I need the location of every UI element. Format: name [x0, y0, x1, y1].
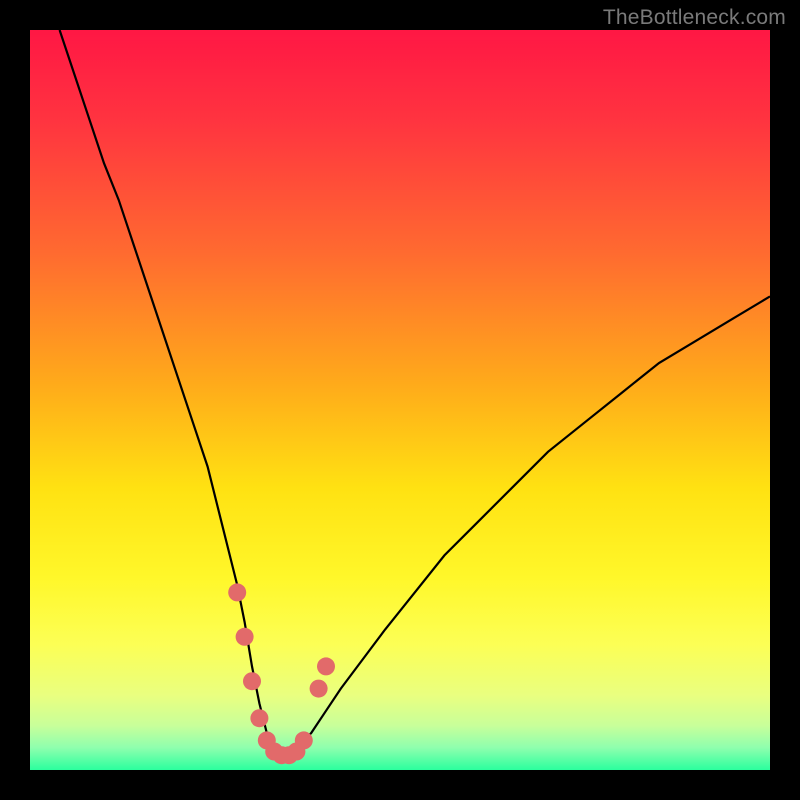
- bottleneck-marker: [243, 672, 261, 690]
- chart-svg: [30, 30, 770, 770]
- watermark-label: TheBottleneck.com: [603, 6, 786, 30]
- bottleneck-marker: [236, 628, 254, 646]
- chart-background: [30, 30, 770, 770]
- bottleneck-marker: [310, 680, 328, 698]
- bottleneck-marker: [295, 731, 313, 749]
- bottleneck-chart: [30, 30, 770, 770]
- bottleneck-marker: [317, 657, 335, 675]
- bottleneck-marker: [228, 583, 246, 601]
- bottleneck-marker: [250, 709, 268, 727]
